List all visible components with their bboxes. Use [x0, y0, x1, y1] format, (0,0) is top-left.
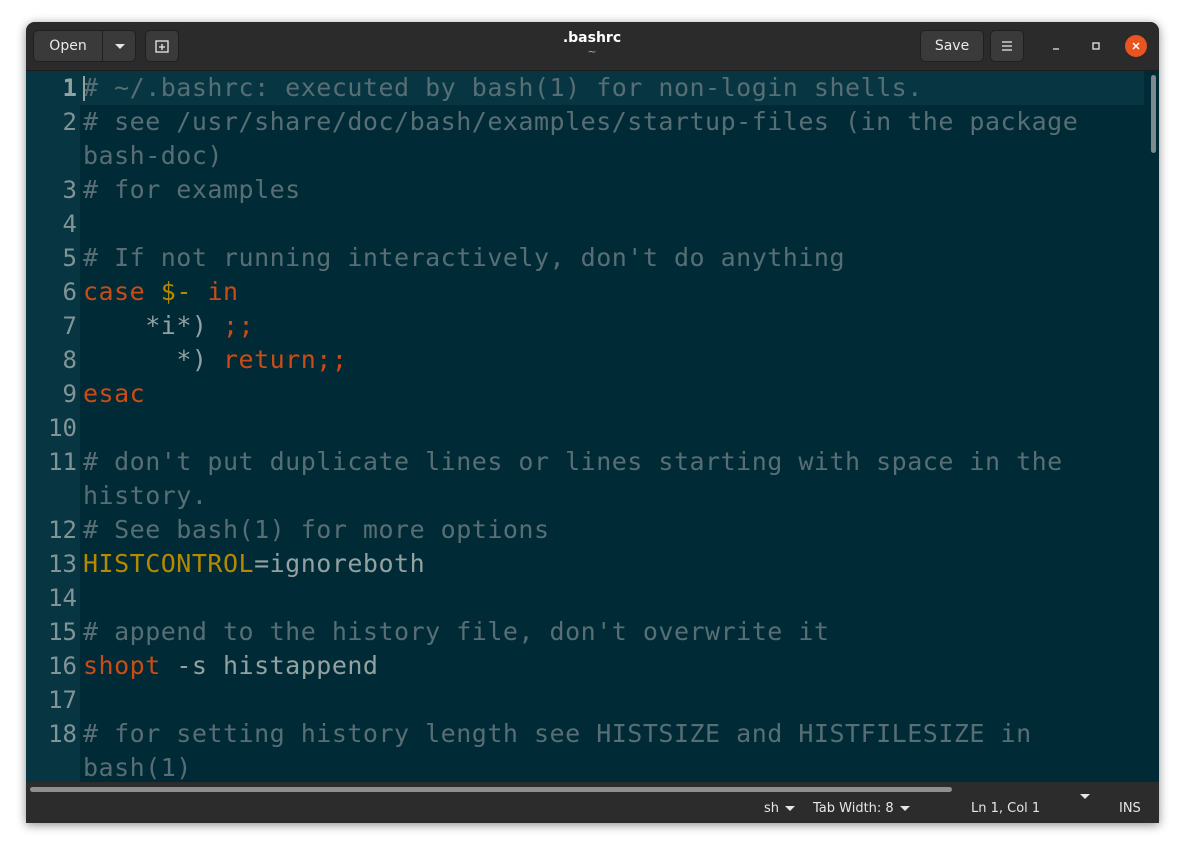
line-number: 17 [48, 686, 77, 714]
comment-token: # If not running interactively, don't do… [83, 243, 846, 272]
text-token: -s histappend [160, 651, 379, 680]
comment-token: # ~/.bashrc: executed by bash(1) for non… [83, 73, 923, 102]
language-selector[interactable]: sh [764, 794, 796, 823]
text-editor[interactable]: 1 # ~/.bashrc: executed by bash(1) for no… [26, 71, 1159, 782]
vertical-scrollbar-thumb[interactable] [1151, 75, 1156, 153]
window-subtitle: ~ [587, 45, 597, 58]
line-number: 1 [62, 74, 77, 102]
code-text: case $- in [83, 275, 1143, 309]
line-number: 12 [48, 516, 77, 544]
header-bar: Open .bashrc ~ Save [26, 22, 1159, 71]
line-number: 9 [62, 380, 77, 408]
line-number: 11 [48, 448, 77, 476]
text-token: =ignoreboth [254, 549, 426, 578]
status-bar: sh Tab Width: 8 Ln 1, Col 1 INS [26, 794, 1159, 823]
line-number: 8 [62, 346, 77, 374]
text-token: *) [83, 345, 223, 374]
comment-token: # for setting history length see HISTSIZ… [83, 719, 1048, 782]
text-cursor [83, 76, 85, 101]
line-number: 18 [48, 720, 77, 748]
vertical-scrollbar[interactable] [1147, 71, 1159, 782]
line-number: 6 [62, 278, 77, 306]
tab-width-label: Tab Width: 8 [813, 801, 894, 816]
code-text: # for examples [83, 173, 1143, 207]
horizontal-scrollbar[interactable] [26, 782, 1159, 794]
comment-token: # See bash(1) for more options [83, 515, 550, 544]
new-tab-button[interactable] [145, 30, 179, 62]
line-number: 5 [62, 244, 77, 272]
variable-token: $- [160, 277, 192, 306]
code-text: # for setting history length see HISTSIZ… [83, 717, 1143, 782]
code-text: # see /usr/share/doc/bash/examples/start… [83, 105, 1143, 173]
line-number: 2 [62, 108, 77, 136]
minimize-button[interactable] [1045, 35, 1067, 57]
code-text: # don't put duplicate lines or lines sta… [83, 445, 1143, 513]
line-number: 13 [48, 550, 77, 578]
tab-width-selector[interactable]: Tab Width: 8 [813, 794, 910, 823]
keyword-token: return;; [222, 345, 348, 374]
new-tab-icon [155, 40, 169, 53]
variable-token: HISTCONTROL [83, 549, 255, 578]
line-number: 10 [48, 414, 77, 442]
comment-token: # append to the history file, don't over… [83, 617, 830, 646]
cursor-position-dropdown[interactable] [1080, 794, 1090, 799]
close-button[interactable] [1125, 35, 1147, 57]
horizontal-scrollbar-thumb[interactable] [30, 787, 952, 792]
line-number: 16 [48, 652, 77, 680]
hamburger-menu-icon [1002, 41, 1012, 51]
line-number: 3 [62, 176, 77, 204]
close-icon [1132, 42, 1140, 50]
open-button-group: Open [33, 30, 136, 62]
cursor-position-label: Ln 1, Col 1 [971, 801, 1041, 816]
text-token: *i*) [83, 311, 223, 340]
line-number: 4 [62, 210, 77, 238]
chevron-down-icon [114, 43, 125, 49]
comment-token: # see /usr/share/doc/bash/examples/start… [83, 107, 1094, 170]
save-button[interactable]: Save [920, 30, 984, 62]
keyword-token: case [83, 277, 146, 306]
code-text: *) return;; [83, 343, 1143, 377]
menu-button[interactable] [990, 30, 1024, 62]
keyword-token: shopt [83, 651, 161, 680]
cursor-position[interactable]: Ln 1, Col 1 [971, 794, 1040, 823]
maximize-button[interactable] [1085, 35, 1107, 57]
line-number: 15 [48, 618, 77, 646]
gedit-window: Open .bashrc ~ Save 1 # ~/.bashrc: execu… [26, 22, 1159, 823]
insert-mode-label: INS [1119, 801, 1141, 816]
open-dropdown-button[interactable] [103, 31, 136, 61]
keyword-token: in [207, 277, 239, 306]
insert-mode-indicator[interactable]: INS [1119, 794, 1141, 823]
code-text: esac [83, 377, 1143, 411]
code-text: # ~/.bashrc: executed by bash(1) for non… [83, 71, 1143, 105]
keyword-token: ;; [222, 311, 255, 340]
line-number: 7 [62, 312, 77, 340]
line-number: 14 [48, 584, 77, 612]
maximize-icon [1092, 42, 1100, 50]
code-text: shopt -s histappend [83, 649, 1143, 683]
keyword-token: esac [83, 379, 146, 408]
chevron-down-icon [1080, 794, 1090, 799]
code-text: HISTCONTROL=ignoreboth [83, 547, 1143, 581]
title-area: .bashrc ~ [492, 29, 692, 57]
comment-token: # don't put duplicate lines or lines sta… [83, 447, 1079, 510]
chevron-down-icon [785, 806, 796, 811]
minimize-icon [1053, 48, 1059, 50]
language-label: sh [764, 801, 780, 816]
code-text: # See bash(1) for more options [83, 513, 1143, 547]
chevron-down-icon [899, 806, 910, 811]
code-text: # append to the history file, don't over… [83, 615, 1143, 649]
comment-token: # for examples [83, 175, 301, 204]
open-button[interactable]: Open [34, 31, 102, 61]
code-text: *i*) ;; [83, 309, 1143, 343]
code-text: # If not running interactively, don't do… [83, 241, 1143, 275]
